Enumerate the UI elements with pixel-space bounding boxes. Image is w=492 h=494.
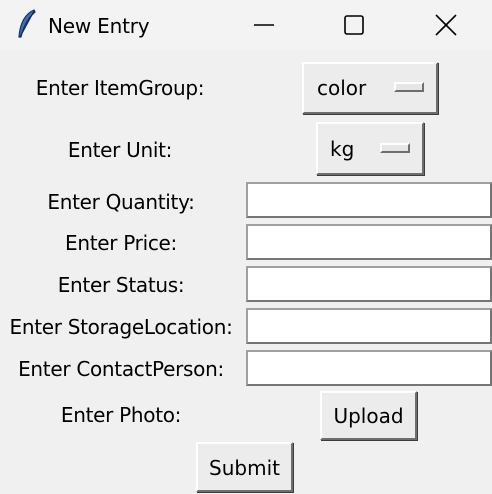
unit-label: Enter Unit: [67, 138, 173, 162]
minimize-icon [254, 24, 274, 26]
submit-button[interactable]: Submit [196, 442, 293, 492]
quantity-label: Enter Quantity: [47, 190, 195, 214]
item-group-label: Enter ItemGroup: [35, 76, 205, 100]
title-bar[interactable]: New Entry [0, 0, 492, 50]
storage-location-input[interactable] [246, 308, 492, 344]
upload-button-label: Upload [333, 404, 404, 428]
price-label: Enter Price: [65, 231, 177, 255]
photo-label: Enter Photo: [60, 403, 182, 427]
storage-location-label: Enter StorageLocation: [9, 315, 233, 339]
maximize-button[interactable] [308, 0, 400, 50]
price-input[interactable] [246, 224, 492, 260]
status-label: Enter Status: [57, 273, 185, 297]
minimize-button[interactable] [218, 0, 310, 50]
option-indicator-icon [380, 143, 410, 153]
item-group-dropdown[interactable]: color [302, 62, 438, 114]
unit-dropdown[interactable]: kg [316, 122, 424, 175]
item-group-value: color [317, 76, 367, 100]
upload-button[interactable]: Upload [320, 391, 417, 440]
contact-person-label: Enter ContactPerson: [18, 357, 224, 381]
quantity-input[interactable] [246, 182, 492, 218]
unit-value: kg [330, 137, 355, 161]
maximize-icon [344, 15, 364, 35]
feather-icon [18, 9, 36, 38]
status-input[interactable] [246, 266, 492, 302]
close-icon [435, 14, 457, 36]
contact-person-input[interactable] [246, 350, 492, 386]
window-title: New Entry [48, 14, 150, 38]
option-indicator-icon [394, 82, 424, 92]
submit-button-label: Submit [209, 456, 280, 480]
close-button[interactable] [400, 0, 492, 50]
